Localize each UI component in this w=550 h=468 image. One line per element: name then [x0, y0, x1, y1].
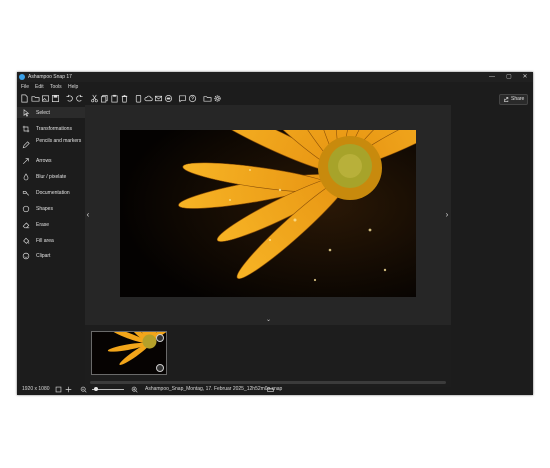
sidebar-item-label: Select [36, 110, 50, 116]
sidebar-item-label: Documentation [36, 190, 70, 196]
sidebar-item-blur[interactable]: Blur / pixelate [17, 171, 85, 182]
undo-icon[interactable] [65, 94, 74, 103]
copy-icon[interactable] [100, 94, 109, 103]
sidebar-item-label: Erase [36, 222, 50, 228]
sidebar-item-label: Shapes [36, 206, 53, 212]
pencil-icon [22, 141, 30, 149]
share-button[interactable]: Share [499, 94, 528, 105]
documentation-icon [22, 189, 30, 197]
thumbnail-options-icon[interactable] [156, 364, 164, 372]
minimize-button[interactable]: — [485, 72, 499, 82]
sidebar-item-label: Clipart [36, 253, 51, 259]
share-label: Share [511, 96, 525, 102]
window-title: Ashampoo Snap 17 [28, 74, 72, 80]
paste-icon[interactable] [110, 94, 119, 103]
shapes-icon [22, 205, 30, 213]
eraser-icon [22, 221, 30, 229]
zoom-in-icon[interactable] [131, 386, 138, 393]
email-icon[interactable] [154, 94, 163, 103]
cloud-icon[interactable] [144, 94, 153, 103]
sidebar-item-label: Pencils and markers [36, 138, 82, 144]
print-icon[interactable] [164, 94, 173, 103]
sidebar-item-label: Transformations [36, 126, 72, 132]
fit-view-icon[interactable] [55, 386, 62, 393]
settings-gear-icon[interactable] [213, 94, 222, 103]
open-location-folder-icon[interactable] [267, 386, 274, 393]
fill-icon [22, 237, 30, 245]
crop-icon [22, 125, 30, 133]
next-image-button[interactable]: › [443, 210, 451, 220]
clipboard-icon[interactable] [134, 94, 143, 103]
sidebar-item-label: Fill area [36, 238, 54, 244]
add-to-selection-icon[interactable] [156, 334, 164, 342]
sidebar-item-arrows[interactable]: Arrows [17, 155, 85, 166]
file-name: Ashampoo_Snap_Montag, 17. Februar 2025_1… [145, 386, 283, 392]
collapse-filmstrip-button[interactable]: ⌄ [264, 317, 273, 324]
menu-bar: File Edit Tools Help [17, 83, 533, 92]
sidebar-item-pencils[interactable]: Pencils and markers [17, 137, 85, 153]
close-button[interactable]: ✕ [518, 72, 532, 82]
new-file-icon[interactable] [20, 94, 29, 103]
menu-tools[interactable]: Tools [50, 84, 62, 91]
sidebar-item-shapes[interactable]: Shapes [17, 203, 85, 214]
app-window: Ashampoo Snap 17 — ▢ ✕ File Edit Tools H… [17, 72, 533, 395]
cut-icon[interactable] [90, 94, 99, 103]
sidebar-item-label: Blur / pixelate [36, 174, 67, 180]
thumbnail-strip [85, 325, 451, 387]
delete-icon[interactable] [120, 94, 129, 103]
sidebar-item-erase[interactable]: Erase [17, 219, 85, 230]
app-logo-icon [19, 74, 25, 80]
menu-file[interactable]: File [21, 84, 29, 91]
title-bar: Ashampoo Snap 17 — ▢ ✕ [17, 72, 533, 82]
thumbnail-item[interactable] [91, 331, 167, 375]
redo-icon[interactable] [75, 94, 84, 103]
zoom-slider-handle[interactable] [94, 387, 98, 391]
cursor-icon [22, 109, 30, 117]
smiley-icon [22, 252, 30, 260]
sidebar-item-documentation[interactable]: Documentation [17, 187, 85, 198]
toolbar: Share [17, 93, 533, 105]
image-canvas[interactable]: ‹ › ⌄ [85, 105, 451, 325]
flower-photo[interactable] [120, 130, 416, 297]
help-icon[interactable] [188, 94, 197, 103]
actual-size-icon[interactable] [65, 386, 72, 393]
gallery-icon[interactable] [41, 94, 50, 103]
sidebar-item-transformations[interactable]: Transformations [17, 123, 85, 134]
share-icon [503, 96, 510, 103]
save-icon[interactable] [51, 94, 60, 103]
tools-sidebar: Select Transformations Pencils and marke… [17, 105, 85, 385]
image-dimensions: 1920 x 1080 [22, 386, 50, 392]
open-folder-icon[interactable] [31, 94, 40, 103]
status-bar: 1920 x 1080 Ashampoo_Snap_Montag, 17. Fe… [17, 384, 533, 395]
feedback-icon[interactable] [178, 94, 187, 103]
sidebar-item-label: Arrows [36, 158, 52, 164]
sidebar-item-clipart[interactable]: Clipart [17, 250, 85, 261]
zoom-out-icon[interactable] [80, 386, 87, 393]
menu-edit[interactable]: Edit [35, 84, 44, 91]
arrow-icon [22, 157, 30, 165]
drop-icon [22, 173, 30, 181]
sidebar-item-fill[interactable]: Fill area [17, 235, 85, 246]
previous-image-button[interactable]: ‹ [84, 210, 92, 220]
folder-icon[interactable] [203, 94, 212, 103]
menu-help[interactable]: Help [68, 84, 78, 91]
maximize-button[interactable]: ▢ [502, 72, 516, 82]
sidebar-item-select[interactable]: Select [17, 107, 85, 118]
